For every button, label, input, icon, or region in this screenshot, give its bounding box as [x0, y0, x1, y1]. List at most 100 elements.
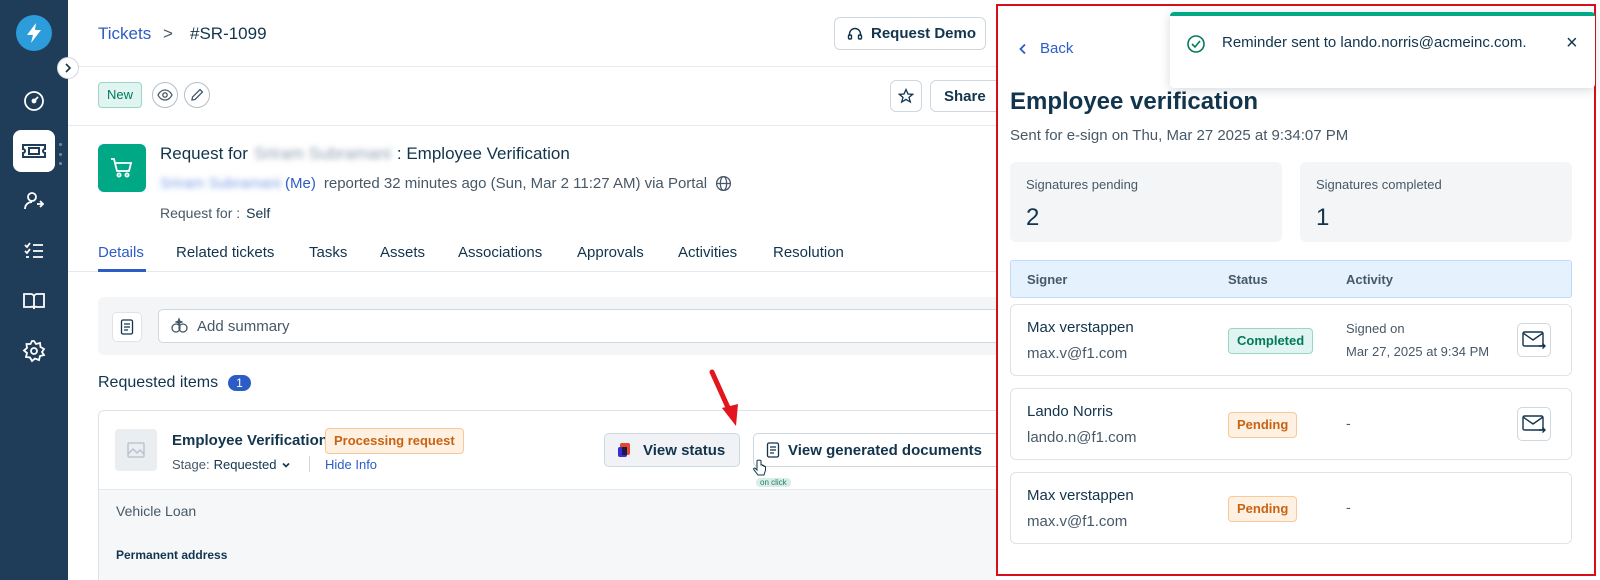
signer-name: Max verstappen	[1027, 487, 1134, 504]
favorite-star-icon[interactable]	[890, 80, 922, 112]
breadcrumb-separator: >	[163, 24, 173, 43]
table-row: Max verstappen max.v@f1.com Completed Si…	[1010, 304, 1572, 376]
share-label: Share	[944, 87, 986, 105]
stat-label: Signatures pending	[1026, 177, 1139, 192]
breadcrumb-tickets-link[interactable]: Tickets	[98, 24, 151, 44]
view-status-button[interactable]: View status	[604, 433, 740, 467]
back-button[interactable]: Back	[1018, 40, 1073, 57]
column-header-activity: Activity	[1346, 272, 1393, 287]
item-details: Vehicle Loan Permanent address	[99, 489, 996, 580]
ticket-meta: Sriram Subramani (Me) reported 32 minute…	[160, 175, 732, 192]
ticket-tabs: Details Related tickets Tasks Assets Ass…	[68, 234, 996, 272]
stat-value: 1	[1316, 204, 1330, 231]
left-nav-rail	[0, 0, 68, 580]
headset-icon	[847, 27, 863, 40]
view-generated-documents-button[interactable]: View generated documents	[753, 433, 996, 467]
ticket-title: Request for Sriram Subramani : Employee …	[160, 144, 570, 164]
tab-activities[interactable]: Activities	[678, 244, 737, 261]
field-value: Vehicle Loan	[116, 503, 197, 519]
ticket-action-bar: New Share	[68, 68, 996, 126]
header-bar: Tickets > #SR-1099 Request Demo	[68, 0, 996, 67]
service-request-cart-icon	[98, 144, 146, 192]
requester-link[interactable]: Sriram Subramani (Me)	[160, 175, 316, 192]
toast-message: Reminder sent to lando.norris@acmeinc.co…	[1222, 34, 1527, 51]
item-image-placeholder-icon	[115, 429, 157, 471]
panel-subtitle: Sent for e-sign on Thu, Mar 27 2025 at 9…	[1010, 127, 1349, 144]
reminder-sent-toast: Reminder sent to lando.norris@acmeinc.co…	[1170, 12, 1595, 88]
send-reminder-mail-icon[interactable]	[1517, 323, 1551, 357]
add-summary-placeholder: Add summary	[197, 317, 290, 335]
breadcrumb-current: #SR-1099	[190, 24, 267, 43]
request-for-value: Self	[246, 205, 271, 221]
item-stage[interactable]: Stage: Requested	[172, 457, 292, 472]
dashboard-icon[interactable]	[13, 80, 55, 122]
ticket-title-suffix: : Employee Verification	[396, 144, 570, 163]
expand-rail-button[interactable]	[57, 57, 79, 79]
active-tab-indicator	[98, 269, 146, 272]
activity-text: -	[1346, 415, 1351, 431]
status-badge: Pending	[1228, 412, 1298, 438]
esign-status-panel: Back Employee verification Sent for e-si…	[996, 4, 1596, 576]
tab-assets[interactable]: Assets	[380, 244, 425, 261]
tab-approvals[interactable]: Approvals	[577, 244, 644, 261]
tab-tasks[interactable]: Tasks	[309, 244, 347, 261]
activity-text: Signed on	[1346, 321, 1405, 336]
add-summary-input[interactable]: Add summary	[158, 309, 996, 343]
signer-email: max.v@f1.com	[1027, 513, 1128, 530]
send-reminder-mail-icon[interactable]	[1517, 407, 1551, 441]
stage-value: Requested	[213, 457, 277, 472]
chevron-left-icon	[1019, 43, 1026, 54]
tickets-icon[interactable]	[13, 130, 55, 172]
share-button[interactable]: Share	[930, 80, 996, 112]
requester-me-suffix: (Me)	[285, 175, 316, 192]
tab-associations[interactable]: Associations	[458, 244, 542, 261]
settings-icon[interactable]	[13, 330, 55, 372]
watch-icon[interactable]	[152, 82, 178, 108]
back-label: Back	[1040, 40, 1074, 57]
tasks-icon[interactable]	[13, 230, 55, 272]
status-badge: Pending	[1228, 496, 1298, 522]
request-demo-label: Request Demo	[871, 25, 977, 42]
requester-link-name-redacted: Sriram Subramani	[160, 175, 281, 192]
ticket-title-prefix: Request for	[160, 144, 248, 163]
tab-details[interactable]: Details	[98, 244, 144, 261]
knowledge-base-icon[interactable]	[13, 280, 55, 322]
request-for-field: Request for : Self	[160, 205, 270, 221]
stat-label: Signatures completed	[1316, 177, 1442, 192]
view-status-label: View status	[643, 441, 726, 459]
annotation-arrow-icon	[709, 369, 738, 426]
request-for-label: Request for :	[160, 205, 241, 221]
edit-pencil-icon[interactable]	[184, 82, 210, 108]
ai-sparkle-icon	[171, 317, 188, 333]
contacts-icon[interactable]	[13, 180, 55, 222]
signatures-completed-card: Signatures completed 1	[1300, 162, 1572, 242]
status-badge: New	[98, 82, 143, 108]
reported-time-text: reported 32 minutes ago (Sun, Mar 2 11:2…	[323, 175, 708, 192]
requester-name-redacted: Sriram Subramani	[253, 144, 391, 163]
request-demo-button[interactable]: Request Demo	[834, 17, 986, 50]
signers-table-header: Signer Status Activity	[1010, 260, 1572, 298]
stat-value: 2	[1026, 204, 1040, 231]
close-icon[interactable]: ×	[1566, 33, 1578, 53]
requested-items-count: 1	[228, 375, 251, 391]
hand-cursor-icon	[753, 459, 766, 476]
tab-related-tickets[interactable]: Related tickets	[176, 244, 274, 261]
rail-resize-grip[interactable]	[59, 143, 63, 165]
column-header-status: Status	[1228, 272, 1268, 287]
hide-info-link[interactable]: Hide Info	[325, 457, 377, 472]
signer-email: max.v@f1.com	[1027, 345, 1128, 362]
globe-icon	[716, 175, 732, 192]
freshservice-logo-icon[interactable]	[16, 15, 52, 51]
table-row: Lando Norris lando.n@f1.com Pending -	[1010, 388, 1572, 460]
chevron-down-icon	[282, 462, 291, 468]
requested-item-card: Employee Verification Processing request…	[98, 410, 996, 580]
view-generated-label: View generated documents	[788, 441, 982, 459]
item-status-badge: Processing request	[325, 428, 464, 454]
document-icon[interactable]	[112, 312, 142, 342]
field-label: Permanent address	[116, 548, 228, 562]
check-circle-icon	[1187, 35, 1205, 53]
tab-resolution[interactable]: Resolution	[773, 244, 844, 261]
item-name: Employee Verification	[172, 432, 328, 449]
status-badge: Completed	[1228, 328, 1314, 354]
column-header-signer: Signer	[1027, 272, 1068, 287]
